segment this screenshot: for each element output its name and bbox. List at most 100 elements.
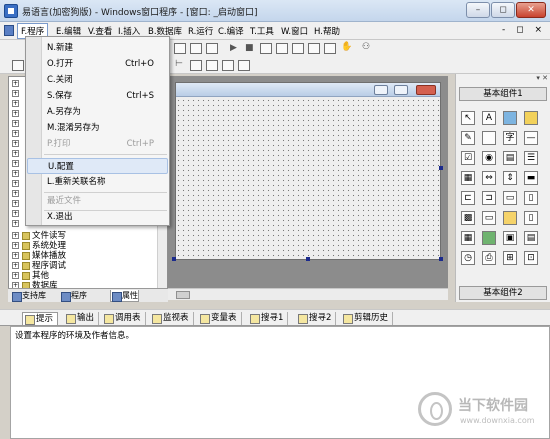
menu-help[interactable]: H.帮助: [314, 25, 340, 37]
clock-component-icon[interactable]: ◷: [461, 251, 475, 265]
expand-icon[interactable]: +: [12, 110, 19, 117]
expand-icon[interactable]: +: [12, 120, 19, 127]
menu-item-recent-files[interactable]: 最近文件: [27, 193, 168, 209]
scrollbar-thumb[interactable]: [176, 291, 190, 299]
align-left-icon[interactable]: ⊢: [175, 59, 183, 69]
tab-search-1[interactable]: 搜寻1: [248, 312, 289, 325]
expand-icon[interactable]: +: [12, 190, 19, 197]
shape-icon[interactable]: [524, 111, 538, 125]
text-component-icon[interactable]: 字: [503, 131, 517, 145]
step-over-icon[interactable]: [276, 43, 288, 54]
tree-row-collapsed[interactable]: +: [12, 219, 22, 229]
panel-component-icon[interactable]: ▭: [482, 211, 496, 225]
tab-call-stack[interactable]: 调用表: [102, 312, 146, 325]
tree-row-collapsed[interactable]: +: [12, 209, 22, 219]
expand-icon[interactable]: +: [12, 90, 19, 97]
menu-tools[interactable]: T.工具: [250, 25, 274, 37]
data-table-icon[interactable]: ▦: [461, 231, 475, 245]
panel-header-controls[interactable]: ▾ ✕: [456, 74, 550, 83]
vertical-scrollbar-icon[interactable]: ⇕: [503, 171, 517, 185]
binoculars-icon[interactable]: ⚇: [362, 42, 370, 52]
menu-item-save[interactable]: S.保存 Ctrl+S: [27, 88, 168, 104]
checkbox-component-icon[interactable]: ☑: [461, 151, 475, 165]
progress-bar-icon[interactable]: ▬: [524, 171, 538, 185]
align-bottom-icon[interactable]: [238, 60, 250, 71]
tab-tips[interactable]: 提示: [22, 312, 59, 325]
horizontal-scrollbar-icon[interactable]: ⇔: [482, 171, 496, 185]
globe-component-icon[interactable]: [482, 231, 496, 245]
menu-item-exit[interactable]: X.退出: [27, 209, 168, 225]
resize-handle-bottom-left[interactable]: [172, 257, 176, 261]
tree-row-collapsed[interactable]: +: [12, 119, 22, 129]
tree-row-collapsed[interactable]: +: [12, 169, 22, 179]
menu-item-close[interactable]: C.关闭: [27, 72, 168, 88]
expand-icon[interactable]: +: [12, 252, 19, 259]
tree-row-collapsed[interactable]: +: [12, 179, 22, 189]
pointer-icon[interactable]: ↖: [461, 111, 475, 125]
mdi-window-controls[interactable]: - ◻ ×: [502, 25, 546, 35]
breakpoint-icon[interactable]: [308, 43, 320, 54]
expand-icon[interactable]: +: [12, 272, 19, 279]
tab-search-2[interactable]: 搜寻2: [296, 312, 337, 325]
tab-program[interactable]: 程序: [60, 290, 87, 302]
layout-rows-icon[interactable]: [206, 43, 218, 54]
layout-grid-icon[interactable]: [174, 43, 186, 54]
listbox-component-icon[interactable]: ☰: [524, 151, 538, 165]
frame-icon[interactable]: [482, 131, 496, 145]
picture-box-icon[interactable]: [503, 111, 517, 125]
label-component-icon[interactable]: A: [482, 111, 496, 125]
resize-handle-right[interactable]: [439, 166, 443, 170]
expand-icon[interactable]: +: [12, 262, 19, 269]
hand-icon[interactable]: ✋: [341, 42, 352, 52]
tree-row-collapsed[interactable]: +: [12, 189, 22, 199]
expand-icon[interactable]: +: [12, 200, 19, 207]
layout-columns-icon[interactable]: [190, 43, 202, 54]
expand-icon[interactable]: +: [12, 100, 19, 107]
menu-item-print[interactable]: P.打印 Ctrl+P: [27, 136, 168, 152]
align-right-icon[interactable]: [206, 60, 218, 71]
new-form-icon[interactable]: [12, 60, 24, 71]
expand-icon[interactable]: +: [12, 130, 19, 137]
tree-row-collapsed[interactable]: +: [12, 79, 22, 89]
component-group-basic-2[interactable]: 基本组件2: [459, 286, 547, 300]
expand-icon[interactable]: +: [12, 180, 19, 187]
resize-handle-bottom[interactable]: [306, 257, 310, 261]
menu-run[interactable]: R.运行: [188, 25, 213, 37]
tree-row-collapsed[interactable]: +: [12, 109, 22, 119]
combobox-component-icon[interactable]: ▤: [503, 151, 517, 165]
radio-component-icon[interactable]: ◉: [482, 151, 496, 165]
tab-properties[interactable]: 属性: [110, 290, 139, 302]
close-button[interactable]: ✕: [516, 2, 546, 18]
resize-handle-corner[interactable]: [439, 257, 443, 261]
expand-icon[interactable]: +: [12, 242, 19, 249]
expand-icon[interactable]: +: [12, 170, 19, 177]
tree-row-collapsed[interactable]: +: [12, 99, 22, 109]
align-center-icon[interactable]: [190, 60, 202, 71]
tree-row-collapsed[interactable]: +: [12, 129, 22, 139]
tree-row-collapsed[interactable]: +: [12, 159, 22, 169]
tab-output[interactable]: 输出: [64, 312, 100, 325]
menu-item-config[interactable]: U.配置: [27, 158, 168, 174]
menu-item-reassociate-name[interactable]: L.重新关联名称: [27, 174, 168, 190]
design-horizontal-scrollbar[interactable]: [168, 288, 448, 300]
spin-component-icon[interactable]: ▯: [524, 211, 538, 225]
tab-variables[interactable]: 变量表: [198, 312, 242, 325]
component-group-basic-1[interactable]: 基本组件1: [459, 87, 547, 101]
client-component-icon[interactable]: ⊡: [524, 251, 538, 265]
edit-box-icon[interactable]: ✎: [461, 131, 475, 145]
tab-clip-history[interactable]: 剪辑历史: [341, 312, 394, 325]
grid-component-icon[interactable]: ▩: [461, 211, 475, 225]
expand-icon[interactable]: +: [12, 150, 19, 157]
expand-icon[interactable]: +: [12, 210, 19, 217]
selection-list-icon[interactable]: ▦: [461, 171, 475, 185]
tree-row-collapsed[interactable]: +: [12, 199, 22, 209]
step-icon[interactable]: [260, 43, 272, 54]
image-list-icon[interactable]: ▣: [503, 231, 517, 245]
expand-icon[interactable]: +: [12, 220, 19, 227]
trackbar-icon[interactable]: ⊐: [482, 191, 496, 205]
run-icon[interactable]: ▶: [230, 43, 237, 53]
timer-icon[interactable]: ▯: [524, 191, 538, 205]
tree-row-collapsed[interactable]: +: [12, 149, 22, 159]
menu-item-new[interactable]: N.新建: [27, 40, 168, 56]
button-component-icon[interactable]: —: [524, 131, 538, 145]
